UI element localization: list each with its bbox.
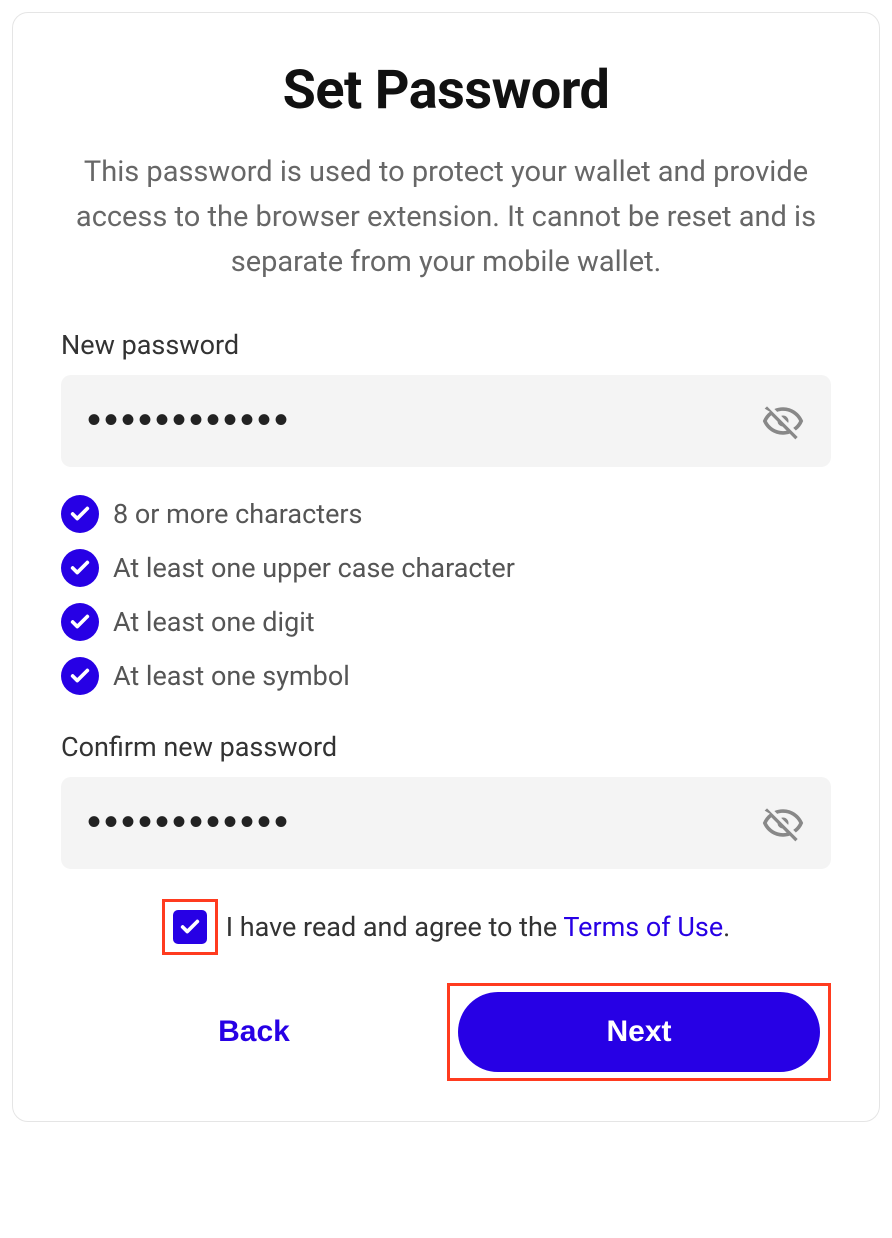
page-description: This password is used to protect your wa… [61,150,831,285]
requirement-text: At least one upper case character [113,552,515,584]
requirement-item: At least one digit [61,603,831,641]
page-title: Set Password [61,59,831,122]
check-icon [61,657,99,695]
confirm-password-input-wrap [61,777,831,869]
terms-of-use-link[interactable]: Terms of Use [563,911,723,943]
check-icon [61,549,99,587]
back-button[interactable]: Back [218,1015,290,1049]
requirement-item: 8 or more characters [61,495,831,533]
requirement-text: 8 or more characters [113,498,362,530]
check-icon [61,603,99,641]
terms-row: I have read and agree to the Terms of Us… [61,899,831,955]
new-password-input[interactable] [87,398,761,443]
requirement-text: At least one digit [113,606,315,638]
requirement-item: At least one upper case character [61,549,831,587]
confirm-password-label: Confirm new password [61,731,831,763]
new-password-label: New password [61,329,831,361]
new-password-input-wrap [61,375,831,467]
next-button-highlight: Next [447,983,831,1081]
password-requirements: 8 or more characters At least one upper … [61,495,831,695]
requirement-text: At least one symbol [113,660,350,692]
eye-off-icon[interactable] [761,399,805,443]
check-icon [61,495,99,533]
confirm-password-input[interactable] [87,800,761,845]
terms-text: I have read and agree to the Terms of Us… [226,911,731,943]
checkbox-highlight [162,899,218,955]
eye-off-icon[interactable] [761,801,805,845]
footer-actions: Back Next [61,983,831,1081]
terms-prefix: I have read and agree to the [226,911,564,943]
requirement-item: At least one symbol [61,657,831,695]
terms-suffix: . [723,911,730,943]
set-password-card: Set Password This password is used to pr… [12,12,880,1122]
terms-checkbox[interactable] [173,910,207,944]
next-button[interactable]: Next [458,992,820,1072]
